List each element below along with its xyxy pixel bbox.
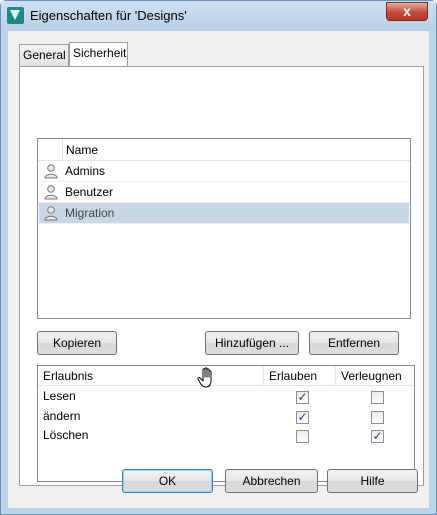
allow-checkbox-aendern[interactable]: ✓ xyxy=(296,410,309,424)
help-button[interactable]: Hilfe xyxy=(327,469,418,493)
title-bar[interactable]: Eigenschaften für 'Designs' x xyxy=(1,1,436,31)
name-column-header[interactable]: Name xyxy=(66,143,98,157)
allow-column-header: Erlauben xyxy=(269,369,318,383)
hand-cursor-icon xyxy=(197,367,212,388)
permission-row-loeschen: Löschen ✓ xyxy=(38,427,414,446)
checkmark-icon: ✓ xyxy=(297,390,308,404)
copy-button[interactable]: Kopieren xyxy=(37,331,117,355)
list-item[interactable]: Admins xyxy=(39,161,409,182)
permission-row-aendern: ändern ✓ xyxy=(38,408,414,427)
list-item-label: Benutzer xyxy=(65,185,114,199)
close-button[interactable]: x xyxy=(386,2,428,21)
close-icon: x xyxy=(403,3,411,19)
window-title: Eigenschaften für 'Designs' xyxy=(30,8,187,23)
user-icon xyxy=(44,185,58,200)
remove-button[interactable]: Entfernen xyxy=(309,331,399,355)
dialog-window: Eigenschaften für 'Designs' x General Si… xyxy=(0,0,437,515)
add-button[interactable]: Hinzufügen ... xyxy=(205,331,299,355)
list-item-label: Migration xyxy=(65,206,115,220)
deny-checkbox-lesen[interactable] xyxy=(371,391,384,404)
permission-name: Lesen xyxy=(43,389,76,403)
deny-checkbox-aendern[interactable] xyxy=(371,411,384,424)
user-icon xyxy=(44,164,58,179)
tab-sicherheit[interactable]: Sicherheit xyxy=(69,42,128,66)
permissions-header: Erlaubnis Erlauben Verleugnen xyxy=(38,366,414,386)
allow-checkbox-lesen[interactable]: ✓ xyxy=(296,390,309,404)
column-divider xyxy=(263,366,264,386)
checkmark-icon: ✓ xyxy=(372,429,383,443)
permission-name: Löschen xyxy=(43,428,89,442)
ok-button[interactable]: OK xyxy=(122,469,213,493)
list-item-label: Admins xyxy=(65,164,106,178)
list-item-selected[interactable]: Migration xyxy=(39,203,409,224)
list-item[interactable]: Benutzer xyxy=(39,182,409,203)
icon-column-header xyxy=(38,139,63,161)
security-tab-panel: Name Admins Benutzer Migration Kopieren … xyxy=(19,66,424,486)
cancel-button[interactable]: Abbrechen xyxy=(225,469,318,493)
users-listbox[interactable]: Name Admins Benutzer Migration xyxy=(37,138,411,319)
permission-row-lesen: Lesen ✓ xyxy=(38,388,414,407)
dialog-client-area: General Sicherheit Name Admins Benutzer … xyxy=(8,31,429,508)
deny-column-header: Verleugnen xyxy=(341,369,402,383)
list-header: Name xyxy=(38,139,410,161)
app-logo-icon xyxy=(7,7,24,24)
permissions-table: Erlaubnis Erlauben Verleugnen Lesen ✓ än… xyxy=(37,365,415,482)
permission-name: ändern xyxy=(43,409,81,423)
tab-general[interactable]: General xyxy=(19,44,69,66)
user-icon xyxy=(44,206,58,221)
checkmark-icon: ✓ xyxy=(297,410,308,424)
deny-checkbox-loeschen[interactable]: ✓ xyxy=(371,429,384,443)
permission-column-header: Erlaubnis xyxy=(43,369,94,383)
column-divider xyxy=(335,366,336,386)
allow-checkbox-loeschen[interactable] xyxy=(296,430,309,443)
